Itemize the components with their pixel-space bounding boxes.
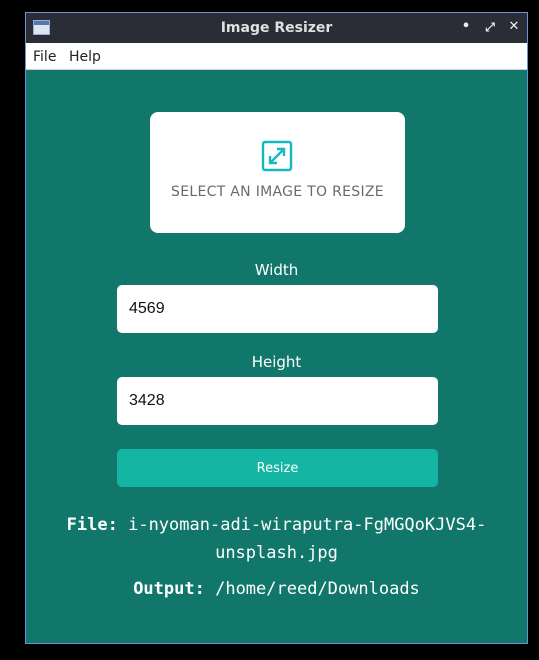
height-label: Height bbox=[251, 353, 302, 371]
select-image-label: SELECT AN IMAGE TO RESIZE bbox=[171, 184, 384, 200]
maximize-icon[interactable]: ⤢ bbox=[482, 19, 498, 35]
title-bar[interactable]: Image Resizer • ⤢ ✕ bbox=[26, 13, 527, 43]
menu-file[interactable]: File bbox=[33, 49, 56, 65]
output-path: /home/reed/Downloads bbox=[215, 579, 420, 599]
menu-bar: File Help bbox=[26, 43, 527, 70]
menu-help[interactable]: Help bbox=[69, 49, 101, 65]
file-name-line1: i-nyoman-adi-wiraputra-FgMGQoKJVS4- bbox=[128, 515, 487, 535]
output-key: Output: bbox=[133, 579, 205, 599]
width-input[interactable] bbox=[117, 285, 438, 333]
minimize-icon[interactable]: • bbox=[458, 19, 474, 35]
resize-button[interactable]: Resize bbox=[117, 449, 438, 487]
select-image-button[interactable]: SELECT AN IMAGE TO RESIZE bbox=[150, 112, 405, 233]
width-label: Width bbox=[254, 261, 299, 279]
window-title: Image Resizer bbox=[220, 20, 333, 36]
app-window: Image Resizer • ⤢ ✕ File Help SELECT AN … bbox=[25, 12, 528, 644]
height-input[interactable] bbox=[117, 377, 438, 425]
expand-arrows-icon bbox=[261, 140, 293, 172]
file-name-line2: unsplash.jpg bbox=[215, 543, 338, 563]
file-key: File: bbox=[66, 515, 118, 535]
file-info: File: i-nyoman-adi-wiraputra-FgMGQoKJVS4… bbox=[26, 511, 527, 567]
close-icon[interactable]: ✕ bbox=[506, 19, 522, 35]
output-info: Output: /home/reed/Downloads bbox=[26, 575, 527, 603]
